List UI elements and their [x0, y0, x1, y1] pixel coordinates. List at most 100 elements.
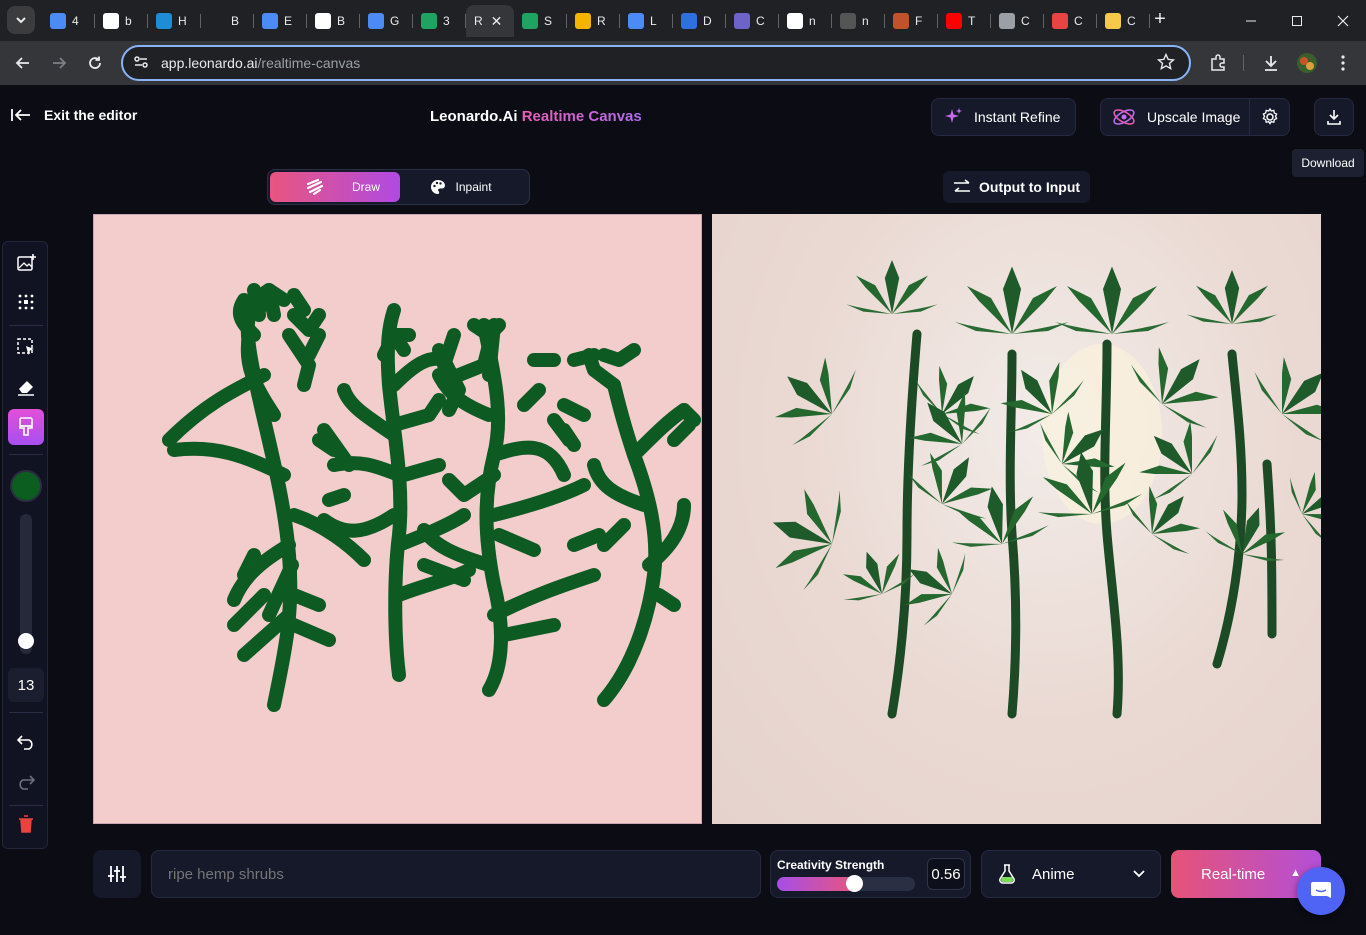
output-to-input-label: Output to Input [979, 179, 1081, 195]
close-tab-icon[interactable]: ✕ [491, 13, 503, 30]
download-icon [1327, 110, 1341, 125]
castle-icon [1052, 13, 1068, 29]
browser-tab[interactable]: R [567, 5, 620, 37]
brush-color-swatch[interactable] [10, 470, 42, 502]
tab-title: C [756, 14, 765, 28]
upscale-image-label: Upscale Image [1147, 109, 1241, 125]
address-bar[interactable]: app.leonardo.ai/realtime-canvas [121, 45, 1191, 81]
output-to-input-button[interactable]: Output to Input [943, 171, 1090, 203]
maximize-icon [1292, 15, 1302, 26]
circle-logo-icon [103, 13, 119, 29]
brush-size-value[interactable]: 13 [8, 668, 44, 702]
url-path: /realtime-canvas [257, 55, 361, 71]
browser-tab[interactable]: b [95, 5, 148, 37]
extensions-icon[interactable] [1208, 53, 1228, 73]
exit-editor-button[interactable]: Exit the editor [10, 107, 137, 123]
browser-tab[interactable]: B [201, 5, 254, 37]
minimize-button[interactable] [1228, 0, 1274, 41]
browser-tab[interactable]: C [726, 5, 779, 37]
eraser-icon [18, 381, 34, 396]
smiley-icon [1105, 13, 1121, 29]
creativity-strength-fill [777, 877, 855, 891]
style-select[interactable]: Anime [981, 850, 1161, 898]
tool-rail: 13 [2, 241, 48, 849]
browser-tab[interactable]: G [360, 5, 413, 37]
chevron-down-icon [16, 17, 26, 24]
browser-tab[interactable]: H [148, 5, 201, 37]
reload-button[interactable] [81, 49, 109, 77]
upscale-settings-button[interactable] [1249, 99, 1289, 135]
browser-tab[interactable]: n [779, 5, 832, 37]
browser-tab[interactable]: n [832, 5, 885, 37]
site-info-icon[interactable] [133, 54, 153, 73]
download-button[interactable] [1314, 98, 1354, 136]
reload-icon [89, 56, 101, 69]
generated-output-canvas[interactable] [712, 214, 1360, 824]
selection-cursor-icon [17, 338, 34, 355]
tab-search-button[interactable] [7, 6, 35, 34]
add-image-tool[interactable] [8, 245, 44, 281]
prompt-input[interactable] [151, 850, 761, 898]
upscale-image-button[interactable]: Upscale Image [1100, 98, 1290, 136]
clear-canvas-button[interactable] [8, 806, 44, 842]
browser-tab[interactable]: 3 [413, 5, 466, 37]
image-plus-icon [17, 254, 36, 271]
browser-tab[interactable]: C [991, 5, 1044, 37]
maximize-button[interactable] [1274, 0, 1320, 41]
mode-inpaint-tab[interactable]: Inpaint [400, 172, 527, 202]
browser-tab[interactable]: F [885, 5, 938, 37]
creativity-strength-value[interactable]: 0.56 [927, 858, 965, 890]
new-tab-button[interactable]: + [1149, 8, 1171, 30]
profile-avatar[interactable] [1297, 53, 1317, 73]
tab-title: D [703, 14, 712, 28]
browser-tab[interactable]: E [254, 5, 307, 37]
support-chat-button[interactable] [1297, 867, 1345, 915]
browser-menu-icon[interactable] [1333, 53, 1353, 73]
browser-tab[interactable]: D [673, 5, 726, 37]
openai-icon [315, 13, 331, 29]
brand-product: Realtime Canvas [521, 108, 642, 125]
app-title: Leonardo.Ai Realtime Canvas [430, 108, 642, 125]
forward-button[interactable] [45, 49, 73, 77]
browser-tab[interactable]: 4 [42, 5, 95, 37]
sheets-icon [421, 13, 437, 29]
diamond-icon [681, 13, 697, 29]
tab-title: R [474, 14, 483, 28]
close-window-button[interactable] [1320, 0, 1366, 41]
grid-select-tool[interactable] [8, 284, 44, 320]
puzzle-icon [262, 13, 278, 29]
trash-icon [19, 815, 33, 833]
mode-switch: Draw Inpaint [267, 169, 530, 205]
browser-tab[interactable]: C [1097, 5, 1150, 37]
minimize-icon [1246, 20, 1256, 21]
dot-grid-icon [18, 294, 34, 310]
downloads-icon[interactable] [1261, 53, 1281, 73]
realtime-canvas-app: Exit the editor Leonardo.Ai Realtime Can… [0, 85, 1366, 935]
browser-tab[interactable]: T [938, 5, 991, 37]
mode-draw-tab[interactable]: Draw [270, 172, 400, 202]
browser-tab[interactable]: B [307, 5, 360, 37]
undo-button[interactable] [8, 724, 44, 760]
url-text: app.leonardo.ai/realtime-canvas [161, 55, 360, 71]
bookmark-star-icon[interactable] [1156, 52, 1176, 76]
instant-refine-button[interactable]: Instant Refine [931, 98, 1076, 136]
redo-button[interactable] [8, 764, 44, 800]
browser-tab[interactable]: S [514, 5, 567, 37]
drawing-canvas[interactable] [93, 214, 702, 824]
select-tool[interactable] [8, 329, 44, 365]
eraser-tool[interactable] [8, 369, 44, 405]
gear-icon [1262, 108, 1277, 125]
brush-tool[interactable] [8, 409, 44, 445]
style-select-label: Anime [1032, 865, 1075, 883]
caret-up-icon[interactable]: ▲ [1290, 867, 1301, 879]
browser-tab[interactable]: C [1044, 5, 1097, 37]
tab-title: B [231, 14, 240, 28]
back-button[interactable] [9, 49, 37, 77]
browser-tab[interactable]: L [620, 5, 673, 37]
generation-settings-button[interactable] [93, 850, 141, 898]
realtime-label: Real-time [1201, 865, 1266, 883]
exit-editor-label: Exit the editor [44, 107, 138, 123]
tab-title: C [1127, 14, 1136, 28]
browser-tab[interactable]: R ✕ [466, 5, 514, 37]
drawn-sketch [162, 283, 701, 712]
